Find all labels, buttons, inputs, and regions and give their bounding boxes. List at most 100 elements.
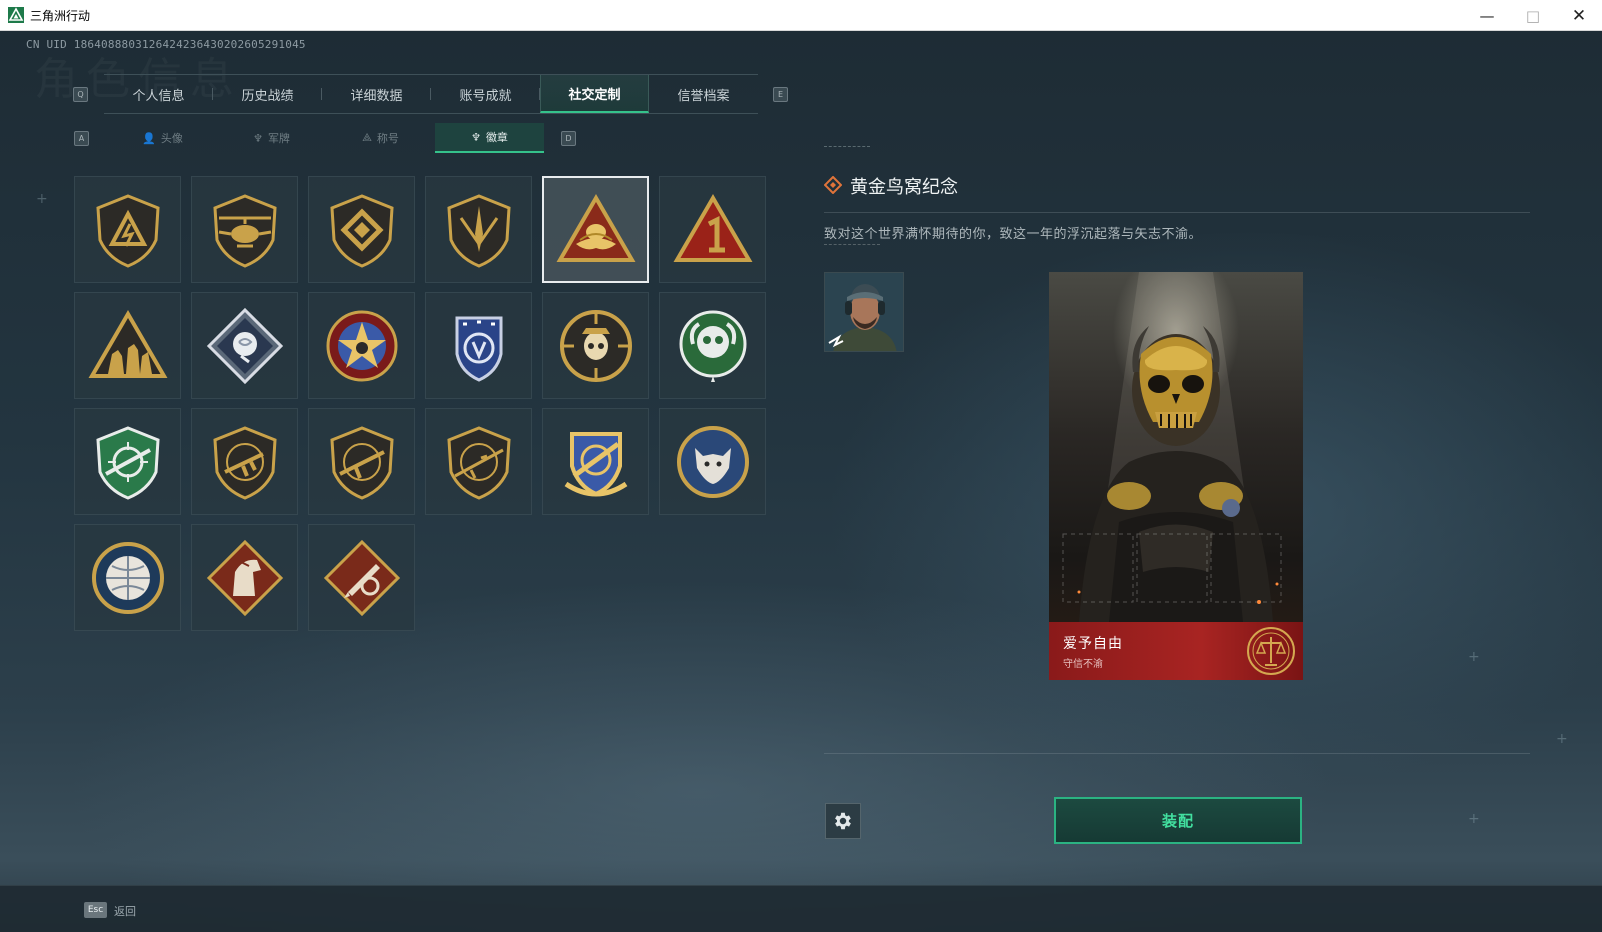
badge-cell[interactable] [425, 176, 532, 283]
badge-rifle-shield-icon [329, 425, 394, 500]
badge-blue-shield-icon [455, 316, 502, 382]
badge-green-wreath-icon [679, 310, 746, 382]
close-icon: ✕ [1571, 5, 1587, 26]
badge-squad-triangle-icon [88, 309, 167, 378]
crosshair-mark-icon: + [1556, 731, 1568, 747]
character-card: 爱予自由 守信不渝 [1049, 272, 1303, 680]
badge-green-rifle-shield-icon [95, 425, 160, 500]
badge-horse-diamond-icon [206, 539, 283, 616]
decor-line [824, 146, 870, 148]
prev-tab-key-hint[interactable]: Q [73, 87, 88, 102]
badge-cell[interactable] [542, 176, 649, 283]
badge-cell[interactable] [308, 408, 415, 515]
badge-skull-circle-icon [559, 309, 632, 382]
divider [824, 753, 1530, 754]
person-icon: 👤 [142, 131, 156, 145]
badge-cell[interactable] [659, 292, 766, 399]
minimize-icon: — [1479, 6, 1495, 25]
close-button[interactable]: ✕ [1556, 0, 1602, 31]
badge-number-one-triangle-icon [673, 193, 752, 262]
badge-cell[interactable] [308, 524, 415, 631]
game-viewport: 角色信息 CN UID 1864088803126424236430202605… [0, 31, 1602, 932]
player-avatar [824, 272, 904, 352]
badge-cell[interactable] [74, 408, 181, 515]
crosshair-mark-icon: + [36, 191, 48, 207]
soldier-portrait-icon [825, 273, 903, 351]
subtab-badge[interactable]: ♆ 徽章 [435, 123, 544, 153]
minimize-button[interactable]: — [1464, 0, 1510, 31]
badge-pen-diamond-icon [323, 539, 400, 616]
badge-cell[interactable] [74, 292, 181, 399]
tab-achievements[interactable]: 账号成就 [431, 75, 540, 113]
badge-cell[interactable] [425, 408, 532, 515]
gear-icon [835, 812, 851, 830]
badge-cell[interactable] [308, 292, 415, 399]
next-tab-key-hint[interactable]: E [773, 87, 788, 102]
badge-cell[interactable] [74, 524, 181, 631]
subtab-badge-label: 徽章 [485, 131, 508, 144]
uid-label: CN UID 186408880312642423643020260529104… [26, 38, 306, 51]
badge-icon: ♆ [471, 130, 481, 144]
gold-skull-operator-icon [1062, 272, 1282, 622]
decor-line [824, 244, 880, 246]
subtab-avatar[interactable]: 👤 头像 [108, 123, 217, 153]
tab-personal-info[interactable]: 个人信息 [104, 75, 213, 113]
badge-cell[interactable] [191, 524, 298, 631]
crosshair-mark-icon: + [1468, 649, 1480, 665]
subtab-title-label: 称号 [376, 132, 399, 145]
title-icon: ⟁ [362, 131, 372, 144]
badge-cell[interactable] [542, 292, 649, 399]
badge-golden-nest-triangle-icon [556, 193, 635, 262]
tab-detailed-stats[interactable]: 详细数据 [322, 75, 431, 113]
subtab-title[interactable]: ⟁ 称号 [326, 123, 435, 153]
badge-detail-title: 黄金鸟窝纪念 [850, 177, 958, 198]
scales-emblem-icon [1247, 627, 1295, 675]
crosshair-mark-icon: + [1468, 811, 1480, 827]
maximize-icon: □ [1525, 6, 1541, 25]
subtab-dogtag[interactable]: ♆ 军牌 [217, 123, 326, 153]
dogtag-icon: ♆ [253, 131, 263, 145]
window-title: 三角洲行动 [30, 9, 91, 23]
badge-cell[interactable] [191, 176, 298, 283]
badge-star-emblem-icon [326, 310, 397, 381]
badge-sniper-shield-icon [446, 425, 511, 500]
badge-helicopter-shield-icon [212, 193, 277, 268]
badge-cell[interactable] [542, 408, 649, 515]
badge-globe-circle-icon [91, 541, 164, 614]
badge-cell[interactable] [191, 408, 298, 515]
subtab-dogtag-label: 军牌 [267, 132, 290, 145]
badge-cell[interactable] [308, 176, 415, 283]
badge-cell[interactable] [425, 292, 532, 399]
tab-reputation[interactable]: 信誉档案 [649, 75, 758, 113]
badge-diamond-shield-icon [329, 193, 394, 268]
tab-social-custom[interactable]: 社交定制 [540, 75, 649, 113]
badge-dagger-shield-icon [446, 193, 511, 268]
main-tab-bar: 个人信息 历史战绩 详细数据 账号成就 社交定制 信誉档案 [104, 74, 758, 114]
diamond-marker-icon [824, 176, 842, 194]
esc-key-hint[interactable]: Esc [84, 902, 107, 918]
card-banner-subtitle: 守信不渝 [1063, 659, 1103, 670]
badge-cell[interactable] [659, 408, 766, 515]
maximize-button[interactable]: □ [1510, 0, 1556, 31]
badge-cell[interactable] [74, 176, 181, 283]
settings-button[interactable] [825, 803, 861, 839]
sub-tab-bar: 👤 头像 ♆ 军牌 ⟁ 称号 ♆ 徽章 [108, 123, 544, 153]
badge-cell[interactable] [659, 176, 766, 283]
badge-rose-diamond-icon [206, 307, 283, 384]
tab-match-history[interactable]: 历史战绩 [213, 75, 322, 113]
prev-subtab-key-hint[interactable]: A [74, 131, 89, 146]
footer-bar: Esc 返回 [0, 885, 1602, 932]
app-logo-icon [8, 7, 24, 23]
badge-gold-crosshair-icon [564, 431, 627, 496]
badge-lightning-shield-icon [95, 193, 160, 268]
badge-smg-shield-icon [212, 425, 277, 500]
subtab-avatar-label: 头像 [160, 132, 183, 145]
badge-cell[interactable] [191, 292, 298, 399]
window-titlebar: 三角洲行动 — □ ✕ [0, 0, 1602, 31]
equip-button[interactable]: 装配 [1054, 797, 1302, 844]
badge-detail-description: 致对这个世界满怀期待的你，致这一年的浮沉起落与矢志不渝。 [824, 227, 1203, 242]
card-banner: 爱予自由 守信不渝 [1049, 622, 1303, 680]
divider [824, 212, 1530, 213]
back-label[interactable]: 返回 [114, 903, 136, 919]
next-subtab-key-hint[interactable]: D [561, 131, 576, 146]
